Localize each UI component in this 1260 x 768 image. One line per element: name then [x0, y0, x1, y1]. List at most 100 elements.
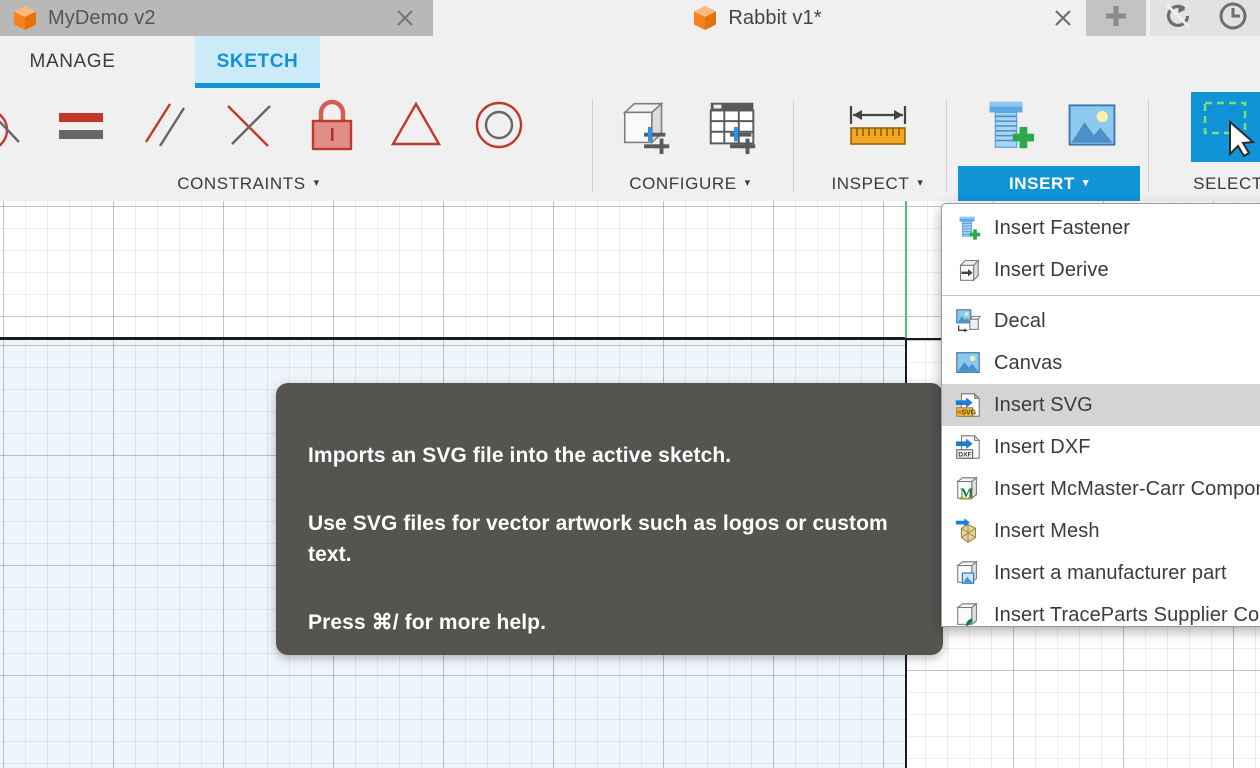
panel-insert: INSERT ▾	[958, 88, 1140, 201]
menu-item-label: Insert SVG	[994, 393, 1093, 416]
application-window: MyDemo v2 Rabbit v1* MANAGE SKETCH CONST…	[0, 0, 1260, 768]
insert-fastener-button[interactable]	[963, 88, 1049, 166]
ribbon-tab-strip: MANAGE SKETCH	[0, 36, 1260, 88]
close-icon[interactable]	[1045, 0, 1081, 36]
ribbon-tab-manage[interactable]: MANAGE	[5, 36, 140, 88]
perpendicular-constraint-icon	[218, 94, 280, 161]
tooltip-line-2: Use SVG files for vector artwork such as…	[308, 512, 888, 566]
panel-inspect: INSPECT ▾	[800, 88, 955, 201]
chevron-down-icon: ▾	[917, 177, 924, 189]
menu-item-label: Canvas	[994, 351, 1063, 374]
select-window-cursor-icon	[1191, 92, 1260, 162]
insert-dxf-icon: DXF	[953, 432, 983, 462]
ribbon-tab-sketch[interactable]: SKETCH	[195, 36, 320, 88]
decal-icon	[953, 306, 983, 336]
menu-item-insert-derive[interactable]: Insert Derive	[942, 249, 1260, 291]
measure-button[interactable]	[835, 88, 921, 166]
document-tab-rabbit[interactable]: Rabbit v1*	[433, 0, 1081, 36]
configure-cube-button[interactable]	[604, 88, 690, 166]
chevron-down-icon: ▾	[313, 177, 320, 189]
new-tab-button[interactable]	[1086, 0, 1146, 36]
symmetry-constraint-button[interactable]	[374, 88, 458, 166]
panel-divider	[592, 100, 593, 192]
menu-item-label: Insert McMaster-Carr Component	[994, 477, 1260, 500]
insert-dropdown-menu: Insert Fastener Insert Derive Decal Canv…	[941, 203, 1260, 627]
history-button[interactable]	[1206, 0, 1260, 36]
ribbon-tab-label: SKETCH	[216, 51, 299, 72]
panel-insert-label[interactable]: INSERT ▾	[958, 166, 1140, 201]
menu-item-label: Insert Fastener	[994, 216, 1131, 239]
fix-unfix-constraint-button[interactable]	[290, 88, 374, 166]
traceparts-icon	[953, 600, 983, 626]
document-tab-title: Rabbit v1*	[728, 6, 822, 29]
tooltip-insert-svg: Imports an SVG file into the active sket…	[276, 383, 943, 655]
equal-constraint-button[interactable]	[40, 88, 124, 166]
menu-item-insert-mcmaster-carr[interactable]: M Insert McMaster-Carr Component	[942, 468, 1260, 510]
concentric-constraint-button[interactable]	[457, 88, 541, 166]
canvas-button[interactable]	[1049, 88, 1135, 166]
insert-fastener-icon	[953, 213, 983, 243]
ribbon-panels: CONSTRAINTS ▾ CONFIGURE ▾ INSPECT ▾ INSE…	[0, 88, 1260, 201]
panel-divider	[1148, 100, 1149, 192]
menu-item-insert-fastener[interactable]: Insert Fastener	[942, 207, 1260, 249]
panel-configure: CONFIGURE ▾	[600, 88, 780, 201]
panel-select: SELECT	[1163, 88, 1260, 201]
configure-table-button[interactable]	[690, 88, 776, 166]
menu-item-insert-svg[interactable]: SVG Insert SVG	[942, 384, 1260, 426]
cube-icon	[12, 4, 38, 32]
fix-unfix-constraint-icon	[301, 94, 363, 161]
parallel-constraint-icon	[134, 94, 196, 161]
panel-divider	[946, 100, 947, 192]
menu-item-label: Insert DXF	[994, 435, 1091, 458]
equal-constraint-icon	[50, 94, 112, 161]
panel-configure-tools	[600, 88, 780, 166]
select-button[interactable]	[1185, 88, 1260, 166]
panel-label-text: INSERT	[1008, 173, 1075, 193]
menu-item-label: Insert a manufacturer part	[994, 561, 1227, 584]
configure-cube-icon	[617, 95, 677, 160]
menu-item-insert-traceparts[interactable]: Insert TraceParts Supplier Components	[942, 594, 1260, 626]
tangent-constraint-button[interactable]	[0, 88, 40, 166]
panel-select-tools	[1163, 88, 1260, 166]
insert-mesh-icon	[953, 516, 983, 546]
panel-constraints-label[interactable]: CONSTRAINTS ▾	[0, 166, 541, 201]
svg-text:SVG: SVG	[961, 410, 976, 417]
panel-inspect-label[interactable]: INSPECT ▾	[800, 166, 955, 201]
menu-item-decal[interactable]: Decal	[942, 300, 1260, 342]
panel-constraints: CONSTRAINTS ▾	[0, 88, 541, 201]
refresh-button[interactable]	[1150, 0, 1206, 36]
panel-configure-label[interactable]: CONFIGURE ▾	[600, 166, 780, 201]
panel-label-text: INSPECT	[831, 173, 910, 193]
menu-item-canvas[interactable]: Canvas	[942, 342, 1260, 384]
origin-vertical-axis	[905, 201, 907, 338]
document-tab-title: MyDemo v2	[48, 6, 156, 29]
ribbon-tab-label: MANAGE	[29, 51, 116, 72]
panel-select-label[interactable]: SELECT	[1163, 166, 1260, 201]
document-tab-bar: MyDemo v2 Rabbit v1*	[0, 0, 1260, 36]
parallel-constraint-button[interactable]	[123, 88, 207, 166]
measure-ruler-icon	[843, 94, 913, 161]
menu-item-label: Insert Derive	[994, 258, 1109, 281]
sync-icon	[1163, 1, 1193, 36]
document-tab-mydemo[interactable]: MyDemo v2	[0, 0, 433, 36]
chevron-down-icon: ▾	[1082, 177, 1090, 189]
panel-label-text: CONFIGURE	[629, 173, 737, 193]
close-icon[interactable]	[387, 0, 423, 36]
insert-derive-icon	[953, 255, 983, 285]
perpendicular-constraint-button[interactable]	[207, 88, 291, 166]
panel-insert-tools	[958, 88, 1140, 166]
insert-svg-icon: SVG	[953, 390, 983, 420]
ribbon-toolbar: MANAGE SKETCH CONSTRAINTS ▾ CONFIGURE ▾ …	[0, 36, 1260, 201]
concentric-constraint-icon	[468, 94, 530, 161]
panel-divider	[793, 100, 794, 192]
canvas-image-icon	[953, 348, 983, 378]
panel-label-text: CONSTRAINTS	[177, 173, 306, 193]
panel-inspect-tools	[800, 88, 955, 166]
mcmaster-carr-icon: M	[953, 474, 983, 504]
menu-item-insert-dxf[interactable]: DXF Insert DXF	[942, 426, 1260, 468]
cube-icon	[692, 4, 718, 32]
menu-item-insert-manufacturer-part[interactable]: Insert a manufacturer part	[942, 552, 1260, 594]
sketch-horizontal-edge[interactable]	[0, 337, 905, 340]
svg-text:DXF: DXF	[958, 452, 971, 459]
menu-item-insert-mesh[interactable]: Insert Mesh	[942, 510, 1260, 552]
